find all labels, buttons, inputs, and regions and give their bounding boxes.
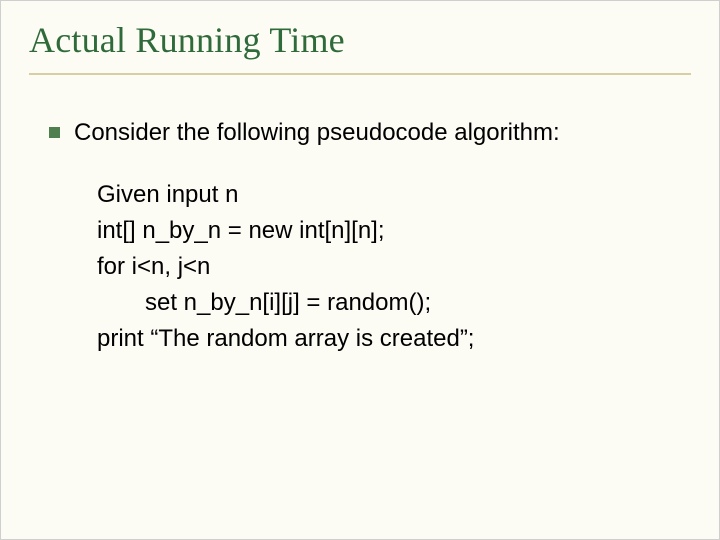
code-line: int[] n_by_n = new int[n][n]; — [97, 213, 691, 249]
pseudocode-block: Given input n int[] n_by_n = new int[n][… — [49, 177, 691, 357]
title-underline — [29, 73, 691, 75]
code-line: set n_by_n[i][j] = random(); — [97, 285, 691, 321]
square-bullet-icon — [49, 127, 60, 138]
code-line: print “The random array is created”; — [97, 321, 691, 357]
slide-body: Consider the following pseudocode algori… — [29, 117, 691, 357]
bullet-item: Consider the following pseudocode algori… — [49, 117, 691, 149]
slide: Actual Running Time Consider the followi… — [1, 1, 719, 539]
bullet-text: Consider the following pseudocode algori… — [74, 117, 560, 149]
code-line: Given input n — [97, 177, 691, 213]
slide-title: Actual Running Time — [29, 19, 691, 61]
code-line: for i<n, j<n — [97, 249, 691, 285]
